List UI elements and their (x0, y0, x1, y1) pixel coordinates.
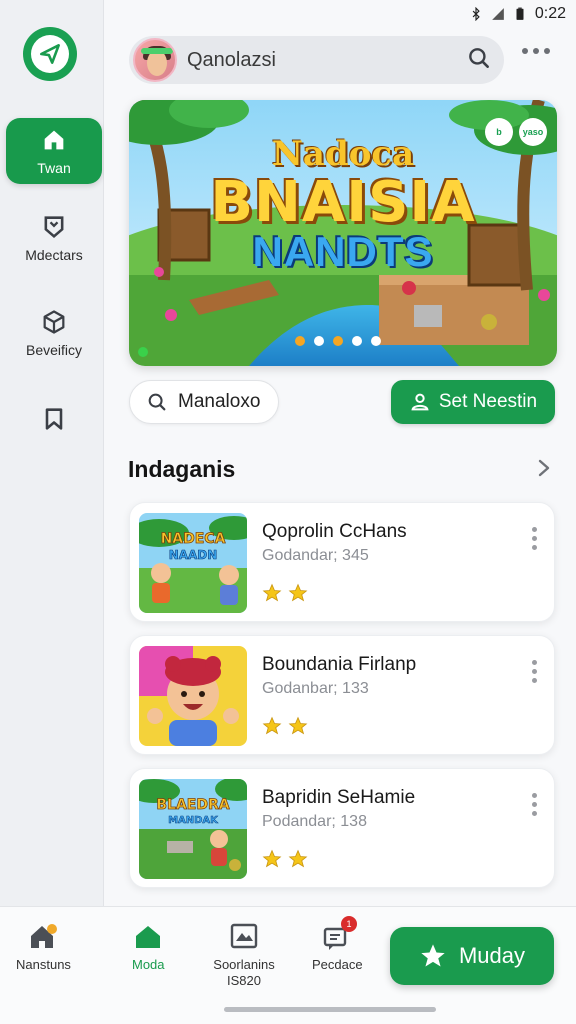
notification-badge: 1 (341, 916, 357, 932)
card-subtitle: Godandar; 345 (262, 547, 369, 564)
star-icon (288, 849, 308, 868)
svg-text:NADECA: NADECA (161, 531, 226, 547)
sidebar: Twan Mdectars Beveificy (0, 0, 104, 906)
game-thumbnail (139, 646, 247, 746)
svg-text:NAADN: NAADN (169, 548, 218, 562)
primary-action-label: Set Neestin (438, 391, 538, 412)
sidebar-item-home[interactable]: Twan (6, 118, 102, 184)
battery-icon (516, 7, 524, 20)
svg-text:BLAEDRA: BLAEDRA (156, 797, 229, 813)
card-title: Bapridin SeHamie (262, 787, 416, 808)
cube-icon (43, 310, 65, 334)
game-thumbnail: BLAEDRA MANDAK (139, 779, 247, 879)
app-logo[interactable] (23, 27, 77, 81)
carousel-dot[interactable] (352, 336, 362, 346)
bottom-nav-label: Nanstuns (16, 957, 71, 972)
more-vertical-icon[interactable] (532, 793, 537, 816)
main-content: 0:22 Qanolazsi b yaso Nadoca BNAISIA NAN… (104, 0, 576, 906)
bottom-nav-label: Moda (132, 957, 165, 972)
carousel-dot[interactable] (371, 336, 381, 346)
sidebar-item-label: Twan (37, 160, 71, 176)
section-title: Indaganis (128, 456, 236, 482)
gallery-icon (230, 923, 258, 949)
search-icon[interactable] (466, 45, 492, 76)
star-icon (288, 583, 308, 602)
bottom-nav-moda[interactable]: Moda (132, 921, 165, 973)
fab-label: Muday (458, 943, 526, 968)
shield-icon (44, 216, 64, 239)
sidebar-item-label: Beveificy (25, 342, 83, 358)
primary-action-button[interactable]: Set Neestin (391, 380, 555, 424)
sidebar-item-bookmark[interactable] (6, 386, 102, 452)
card-title: Boundania Firlanp (262, 654, 417, 675)
star-icon (288, 716, 308, 735)
user-icon (411, 393, 429, 411)
fab-button[interactable]: Muday (390, 927, 554, 985)
card-title: Qoprolin CcHans (262, 521, 407, 542)
home-indicator[interactable] (224, 1007, 436, 1012)
status-time: 0:22 (534, 5, 566, 22)
card-subtitle: Podandar; 138 (262, 813, 367, 830)
sidebar-item-mdectars[interactable]: Mdectars (6, 205, 102, 271)
bottom-nav-soorlanins[interactable]: Soorlanins IS820 (210, 921, 278, 988)
banner-title-line3: NANDTS (252, 228, 434, 275)
more-vertical-icon[interactable] (532, 527, 537, 550)
carousel-dot[interactable] (333, 336, 343, 346)
star-icon (262, 716, 282, 735)
star-rating (262, 583, 308, 603)
list-item[interactable]: NADECA NAADN Qoprolin CcHans Godandar; 3… (129, 502, 555, 622)
search-icon (148, 393, 166, 411)
home-icon (136, 926, 161, 948)
more-options-icon[interactable] (522, 48, 550, 54)
search-pill-label: Manaloxo (178, 391, 261, 412)
bottom-nav-label: Soorlanins IS820 (213, 957, 275, 988)
carousel-dot[interactable] (295, 336, 305, 346)
bottom-nav-nanstuns[interactable]: Nanstuns (16, 921, 71, 973)
more-vertical-icon[interactable] (532, 660, 537, 683)
search-pill[interactable]: Manaloxo (129, 380, 279, 424)
search-bar[interactable]: Qanolazsi (129, 36, 504, 84)
star-icon (421, 944, 445, 967)
chevron-right-icon[interactable] (536, 458, 552, 478)
home-icon (44, 130, 64, 150)
carousel-dot[interactable] (314, 336, 324, 346)
sidebar-item-beveificy[interactable]: Beveificy (6, 300, 102, 366)
carousel-dots[interactable] (295, 336, 381, 346)
card-subtitle: Godanbar; 133 (262, 680, 369, 697)
svg-text:MANDAK: MANDAK (168, 815, 219, 826)
signal-icon (492, 8, 504, 20)
bookmark-icon (45, 408, 63, 430)
sidebar-item-label: Mdectars (25, 247, 83, 263)
home-alert-icon (31, 924, 58, 948)
send-icon (40, 44, 60, 64)
avatar[interactable] (133, 38, 177, 82)
featured-banner[interactable]: b yaso Nadoca BNAISIA NANDTS (129, 100, 557, 366)
star-icon (262, 849, 282, 868)
star-icon (262, 583, 282, 602)
status-bar: 0:22 (469, 2, 566, 26)
banner-title-line2: BNAISIA (210, 170, 476, 235)
game-thumbnail: NADECA NAADN (139, 513, 247, 613)
bottom-nav-label: Pecdace (312, 957, 363, 972)
star-rating (262, 849, 308, 869)
list-item[interactable]: Boundania Firlanp Godanbar; 133 (129, 635, 555, 755)
star-rating (262, 716, 308, 736)
bottom-navigation: Nanstuns Moda Soorlanins IS820 Pecdace 1… (0, 906, 576, 1024)
list-item[interactable]: BLAEDRA MANDAK Bapridin SeHamie Podandar… (129, 768, 555, 888)
banner-title-line1: Nadoca (271, 134, 415, 174)
search-input[interactable]: Qanolazsi (187, 49, 466, 72)
bluetooth-icon (472, 7, 480, 21)
